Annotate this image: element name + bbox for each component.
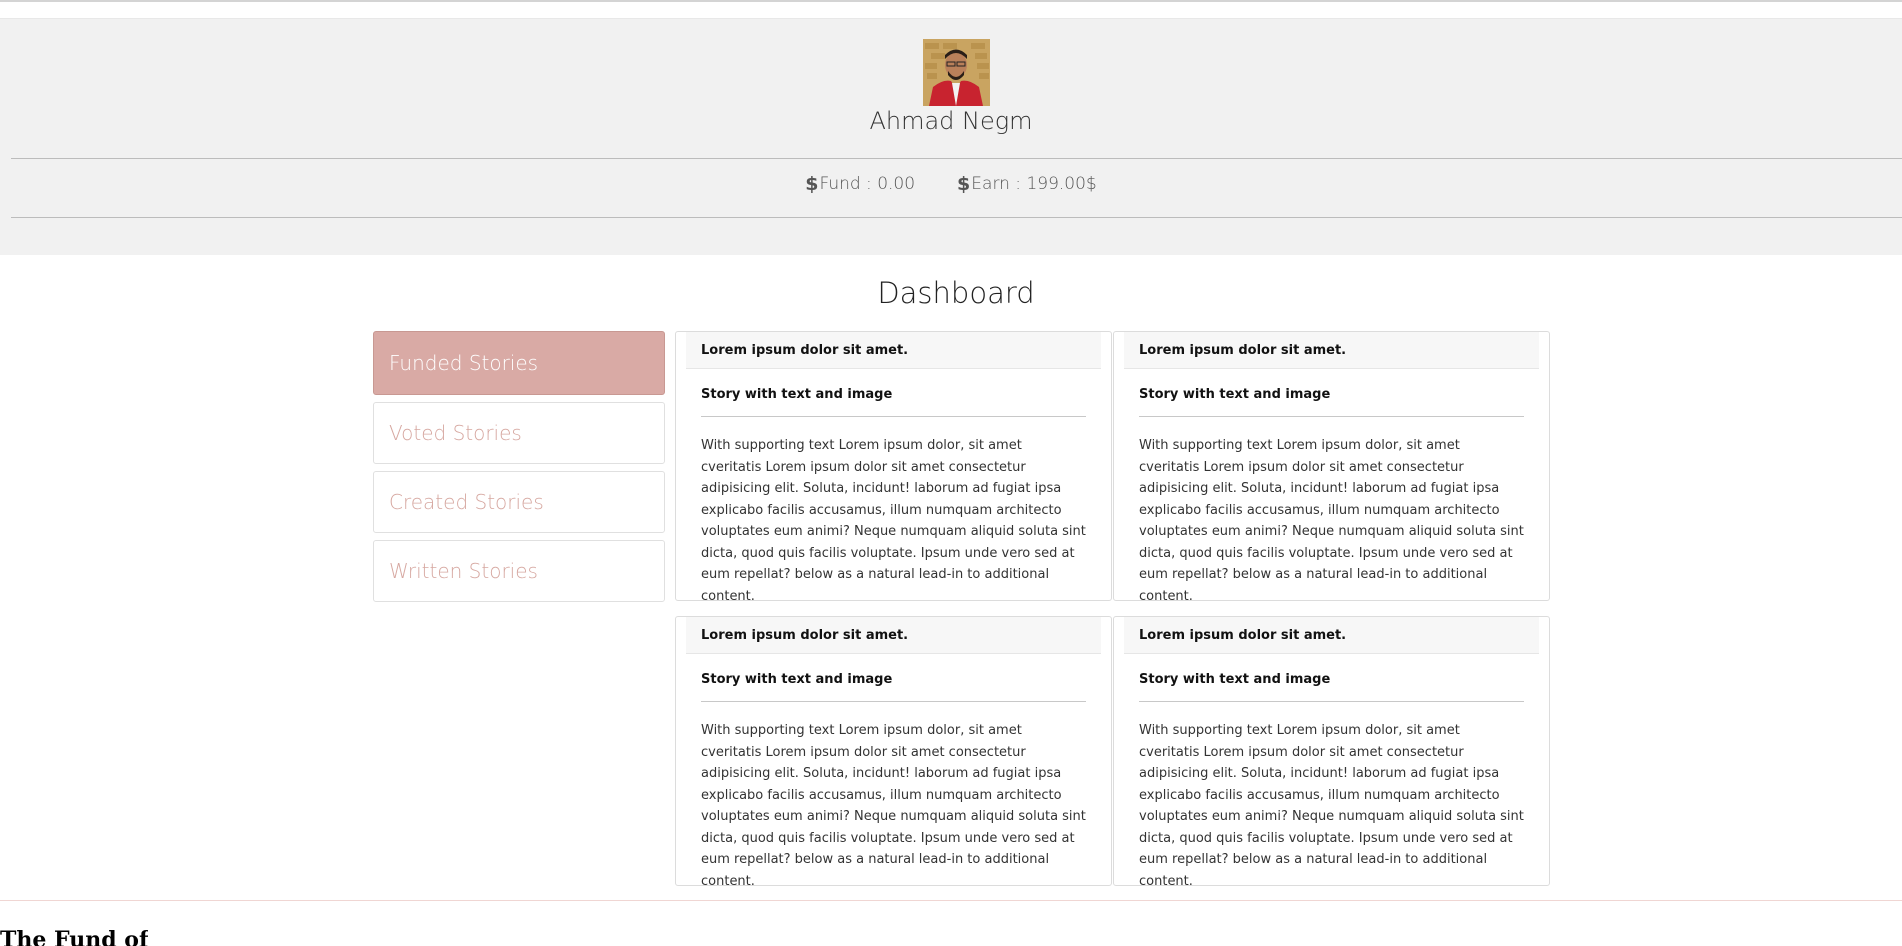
sidebar-item-funded-stories[interactable]: Funded Stories <box>373 331 665 395</box>
card-title: Story with text and image <box>1139 672 1331 687</box>
card-text: With supporting text Lorem ipsum dolor, … <box>701 438 1086 604</box>
fund-stat: $ Fund : 0.00 <box>805 173 915 195</box>
card-text: With supporting text Lorem ipsum dolor, … <box>701 723 1086 889</box>
avatar-photo <box>923 39 990 106</box>
top-border <box>0 0 1902 2</box>
card-title: Story with text and image <box>701 387 893 402</box>
sidebar-item-written-stories[interactable]: Written Stories <box>373 540 665 602</box>
story-cards: Lorem ipsum dolor sit amet. Story with t… <box>675 331 1550 889</box>
story-card[interactable]: Lorem ipsum dolor sit amet. Story with t… <box>675 616 1112 889</box>
divider <box>11 158 1902 159</box>
footer-logo[interactable]: The Fund of <box>0 929 148 946</box>
card-title: Story with text and image <box>701 672 893 687</box>
profile-header: Ahmad Negm $ Fund : 0.00 $ Earn : 199.00… <box>0 18 1902 255</box>
story-card[interactable]: Lorem ipsum dolor sit amet. Story with t… <box>675 331 1112 604</box>
story-card[interactable]: Lorem ipsum dolor sit amet. Story with t… <box>1113 331 1550 604</box>
sidebar-item-voted-stories[interactable]: Voted Stories <box>373 402 665 464</box>
card-text: With supporting text Lorem ipsum dolor, … <box>1139 438 1524 604</box>
earn-stat: $ Earn : 199.00$ <box>957 173 1097 195</box>
story-sidebar: Funded Stories Voted Stories Created Sto… <box>373 331 665 609</box>
card-header: Lorem ipsum dolor sit amet. <box>1124 332 1539 369</box>
divider <box>11 217 1902 218</box>
card-header: Lorem ipsum dolor sit amet. <box>686 332 1101 369</box>
dollar-icon: $ <box>805 173 819 195</box>
footer-divider <box>0 900 1902 901</box>
card-title: Story with text and image <box>1139 387 1331 402</box>
avatar[interactable] <box>923 39 990 106</box>
earn-value: Earn : 199.00$ <box>971 174 1097 194</box>
story-card[interactable]: Lorem ipsum dolor sit amet. Story with t… <box>1113 616 1550 889</box>
card-header: Lorem ipsum dolor sit amet. <box>1124 617 1539 654</box>
balance-stats: $ Fund : 0.00 $ Earn : 199.00$ <box>0 173 1902 195</box>
card-header: Lorem ipsum dolor sit amet. <box>686 617 1101 654</box>
dollar-icon: $ <box>957 173 971 195</box>
card-text: With supporting text Lorem ipsum dolor, … <box>1139 723 1524 889</box>
user-name: Ahmad Negm <box>869 107 1033 135</box>
page-title: Dashboard <box>877 276 1035 310</box>
sidebar-item-created-stories[interactable]: Created Stories <box>373 471 665 533</box>
fund-value: Fund : 0.00 <box>819 174 916 194</box>
